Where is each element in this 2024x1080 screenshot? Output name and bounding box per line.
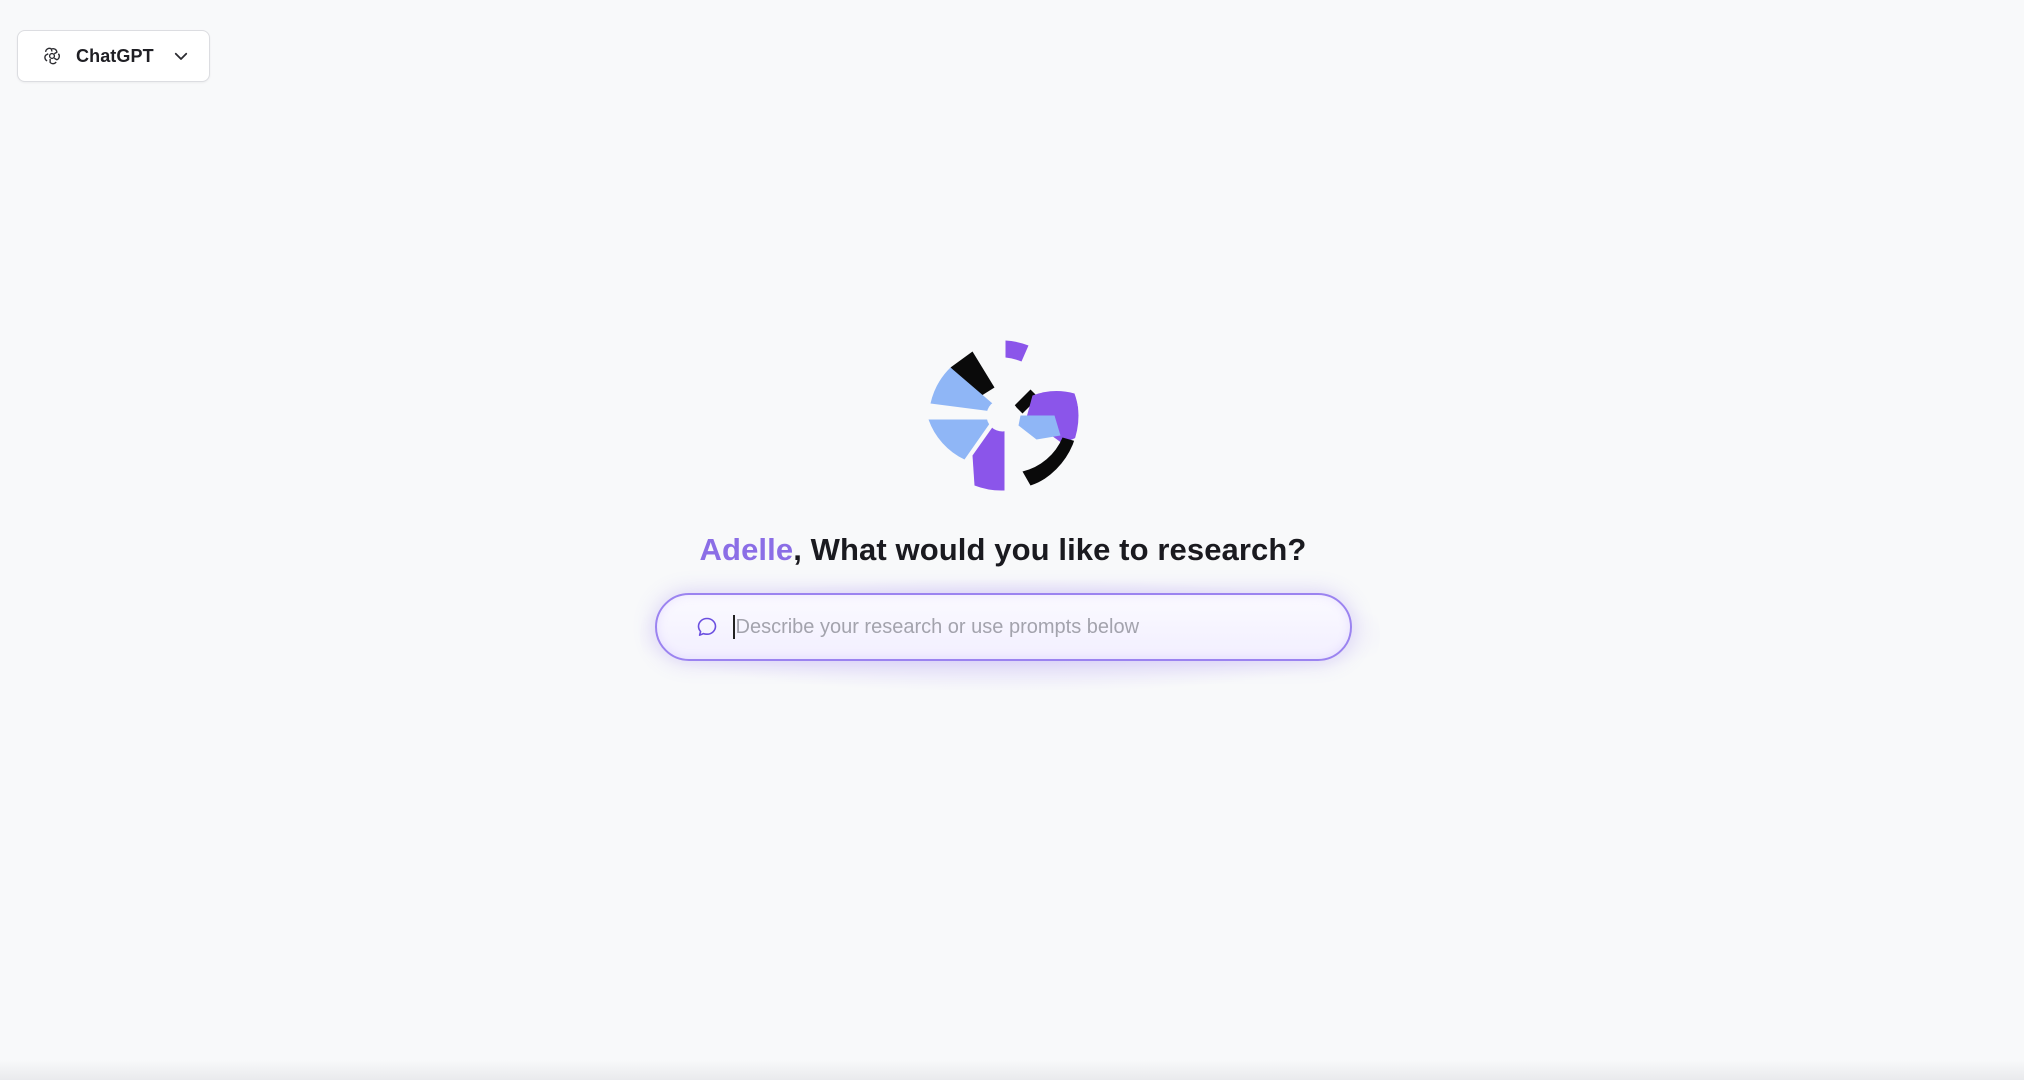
user-name: Adelle [699,532,794,567]
search-input[interactable] [735,615,1296,639]
text-caret [733,615,735,639]
page-title: Adelle, What would you like to research? [0,532,2006,568]
model-selector-button[interactable]: ChatGPT [17,30,210,82]
model-selector-label: ChatGPT [76,45,154,66]
chat-bubble-icon [695,614,721,640]
headline-question: , What would you like to research? [793,532,1307,567]
research-home-page: ChatGPT Adelle, What would you like to r… [0,0,2024,1080]
chevron-down-icon [172,46,192,66]
brand-logo [925,338,1080,493]
research-search-bar[interactable] [655,593,1352,661]
bottom-fade [0,1060,2024,1080]
openai-icon [42,46,62,66]
